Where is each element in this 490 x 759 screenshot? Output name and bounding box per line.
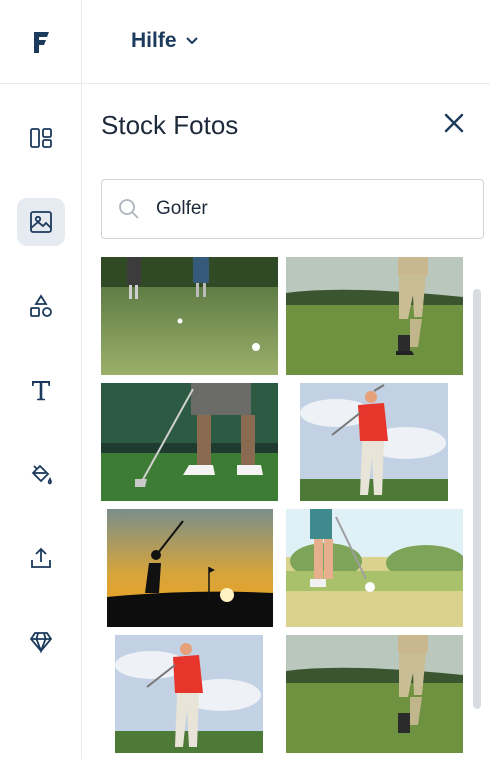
- photo-golfers-putting-green: [101, 257, 278, 375]
- logo-icon: [34, 31, 49, 53]
- search-icon: [119, 199, 139, 219]
- chevron-down-icon: [185, 37, 198, 45]
- image-icon: [30, 211, 52, 233]
- layout-icon: [30, 128, 52, 148]
- help-menu-button[interactable]: Hilfe: [131, 29, 199, 53]
- help-label: Hilfe: [131, 29, 177, 52]
- photo-golfer-club-closeup: [101, 383, 278, 501]
- photo-tile[interactable]: [286, 383, 463, 501]
- sidebar-item-layout[interactable]: [17, 114, 65, 162]
- photo-red-shirt-golfer-swing: [101, 635, 278, 753]
- sidebar-item-shapes[interactable]: [17, 282, 65, 330]
- photo-tile[interactable]: [101, 509, 278, 627]
- photo-tile[interactable]: [101, 257, 278, 375]
- close-panel-button[interactable]: [441, 110, 467, 136]
- shapes-icon: [30, 294, 52, 317]
- sidebar-item-images[interactable]: [17, 198, 65, 246]
- close-icon: [444, 113, 464, 133]
- photo-tile[interactable]: [101, 383, 278, 501]
- photo-golfer-teeing-off: [286, 509, 463, 627]
- photo-tile[interactable]: [286, 509, 463, 627]
- photo-tile[interactable]: [101, 635, 278, 753]
- sidebar-item-text[interactable]: [17, 366, 65, 414]
- paint-bucket-icon: [31, 464, 52, 485]
- photo-tile[interactable]: [286, 635, 463, 753]
- photo-red-shirt-golfer-swing: [286, 383, 463, 501]
- photo-silhouette-golfer-sunset: [101, 509, 278, 627]
- diamond-icon: [29, 632, 53, 654]
- sidebar-item-premium[interactable]: [17, 618, 65, 666]
- scrollbar-thumb[interactable]: [473, 289, 481, 709]
- sidebar-item-upload[interactable]: [17, 534, 65, 582]
- sidebar-item-background[interactable]: [17, 450, 65, 498]
- photo-grid-scrollbar[interactable]: [471, 257, 483, 759]
- search-input[interactable]: [156, 198, 446, 220]
- photo-golfer-legs-fairway: [286, 257, 463, 375]
- tool-rail: [0, 0, 82, 759]
- top-bar: Hilfe: [82, 0, 490, 84]
- panel-title: Stock Fotos: [101, 110, 239, 140]
- text-icon: [32, 381, 50, 401]
- stock-photo-grid: [101, 257, 463, 759]
- photo-tile[interactable]: [286, 257, 463, 375]
- app-logo[interactable]: [0, 0, 82, 84]
- search-box: [101, 179, 484, 239]
- upload-icon: [31, 547, 51, 568]
- photo-golfer-legs-fairway: [286, 635, 463, 753]
